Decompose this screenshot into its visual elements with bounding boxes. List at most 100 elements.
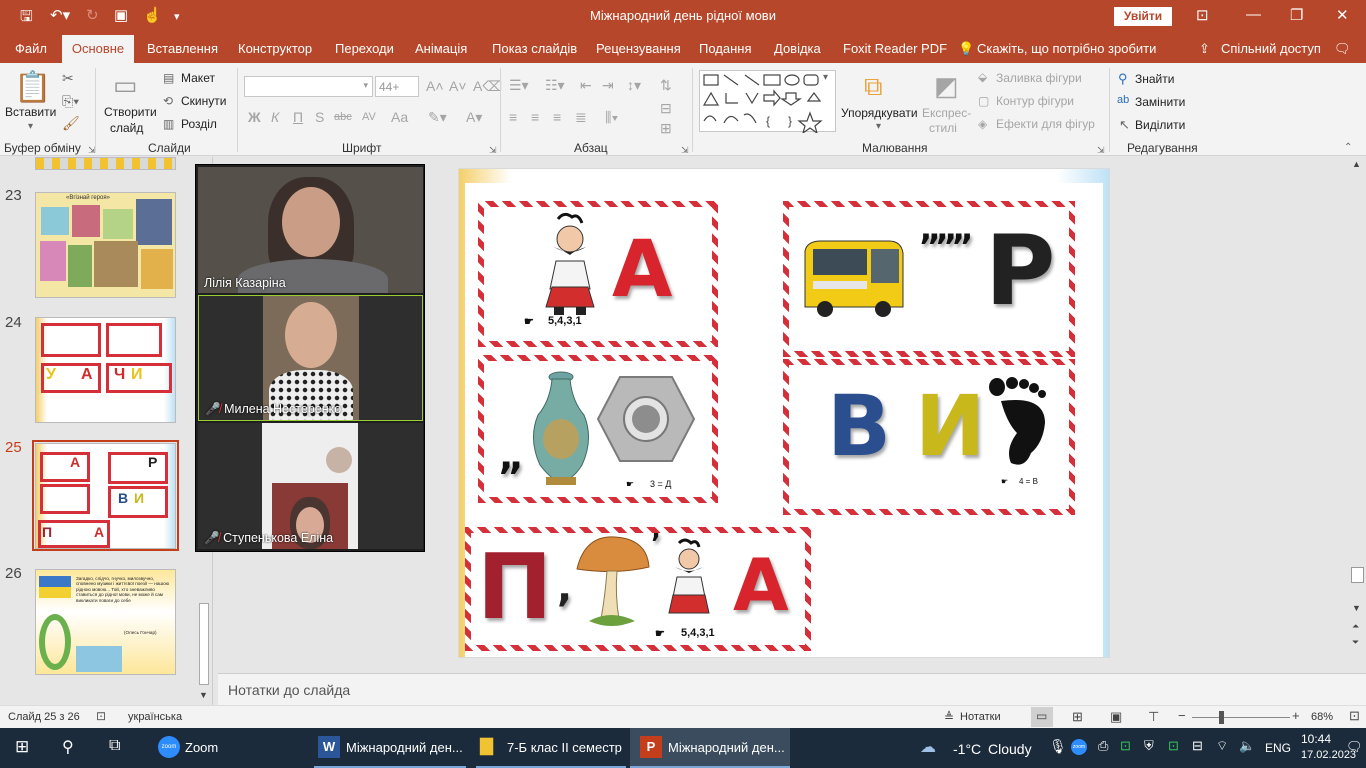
font-name-input[interactable]: ▾: [244, 76, 373, 97]
reset-button[interactable]: Скинути: [181, 94, 226, 108]
notes-toggle-button[interactable]: Нотатки: [960, 711, 1001, 723]
tab-design[interactable]: Конструктор: [238, 41, 312, 56]
share-button[interactable]: Спільний доступ: [1221, 41, 1321, 56]
slide-scrollbar[interactable]: ▲ ▼ ⏶ ⏷: [1349, 157, 1366, 673]
scroll-up-icon[interactable]: ▲: [1352, 159, 1361, 169]
slide-canvas[interactable]: А ☛ 5,4,3,1 „„„ Р „ ☛ 3 = Д В И ☛ 4 = В …: [458, 168, 1110, 658]
video-tile-3[interactable]: 🎤̸ Ступенькова Еліна: [198, 423, 423, 549]
proofing-icon[interactable]: ⊡: [96, 709, 106, 723]
zoom-in-icon[interactable]: +: [1292, 708, 1300, 723]
reading-view-icon[interactable]: ▣: [1110, 709, 1122, 725]
increase-indent-icon[interactable]: ⇥: [602, 77, 614, 94]
normal-view-button[interactable]: ▭: [1031, 707, 1053, 727]
redo-icon[interactable]: ↻: [86, 6, 99, 24]
tab-foxit[interactable]: Foxit Reader PDF: [843, 41, 947, 56]
section-button[interactable]: Розділ: [181, 117, 217, 131]
align-center-icon[interactable]: ≡: [531, 109, 539, 125]
zoom-tray-icon[interactable]: zoom: [1071, 739, 1087, 755]
language-status[interactable]: українська: [128, 711, 182, 723]
underline-button[interactable]: П: [293, 109, 303, 125]
tab-transitions[interactable]: Переходи: [335, 41, 394, 56]
shape-outline-button[interactable]: Контур фігури: [996, 94, 1074, 108]
undo-icon[interactable]: ↶▾: [50, 6, 70, 24]
search-icon[interactable]: ⚲: [62, 737, 74, 757]
line-spacing-icon[interactable]: ↕▾: [627, 77, 641, 94]
copy-icon[interactable]: ⎘▾: [62, 93, 79, 110]
slide-thumb-25[interactable]: А Р В И П А: [35, 443, 176, 549]
video-tile-1[interactable]: Лілія Казаріна: [198, 167, 423, 293]
italic-button[interactable]: К: [271, 109, 279, 125]
slide-thumb-24[interactable]: У А Ч И: [35, 317, 176, 423]
font-color-icon[interactable]: A▾: [466, 109, 482, 126]
printer-icon[interactable]: ⎙: [1098, 738, 1108, 754]
shrink-font-icon[interactable]: A˅: [449, 78, 467, 94]
decrease-indent-icon[interactable]: ⇤: [580, 77, 592, 94]
scroll-down-icon[interactable]: ▼: [1352, 603, 1361, 613]
font-launcher-icon[interactable]: ⇲: [489, 145, 497, 156]
previous-slide-icon[interactable]: ⏶: [1352, 621, 1359, 632]
tab-slideshow[interactable]: Показ слайдів: [492, 41, 577, 56]
select-button[interactable]: Виділити: [1135, 118, 1185, 132]
align-left-icon[interactable]: ≡: [509, 109, 517, 125]
smartart-icon[interactable]: ⊞: [660, 120, 672, 137]
change-case-button[interactable]: Aa: [391, 109, 408, 125]
wifi-icon[interactable]: ⌔: [1216, 738, 1228, 754]
new-slide-icon[interactable]: ▭: [113, 70, 138, 101]
minimize-icon[interactable]: —: [1246, 6, 1261, 23]
customize-qat-icon[interactable]: ▾: [174, 10, 180, 23]
taskbar-word[interactable]: Міжнародний ден...: [346, 740, 463, 755]
bullets-icon[interactable]: ☰▾: [509, 77, 529, 94]
notifications-icon[interactable]: 🗨: [1346, 739, 1363, 755]
video-tile-2[interactable]: 🎤̸ Милена Нестеренко: [198, 295, 423, 421]
thumb-scroll-down-icon[interactable]: ▼: [199, 690, 208, 700]
cut-icon[interactable]: ✂: [62, 70, 74, 87]
notes-placeholder[interactable]: Нотатки до слайда: [228, 682, 350, 698]
new-slide-label[interactable]: слайд: [110, 121, 143, 135]
arrange-dropdown-icon[interactable]: ▾: [876, 121, 881, 132]
arrange-icon[interactable]: ⧉: [864, 71, 883, 103]
shape-fill-button[interactable]: Заливка фігури: [996, 71, 1082, 85]
network-icon[interactable]: ⊟: [1192, 738, 1203, 754]
paste-button[interactable]: Вставити: [5, 105, 56, 119]
gallery-scroll-icon[interactable]: ▾: [823, 72, 828, 83]
start-icon[interactable]: ⊞: [15, 737, 29, 757]
slideshow-icon[interactable]: ⊤: [1148, 709, 1159, 725]
bold-button[interactable]: Ж: [248, 109, 261, 125]
green-tray-icon[interactable]: ⊡: [1120, 738, 1131, 754]
notes-pane[interactable]: Нотатки до слайда: [218, 673, 1366, 705]
char-spacing-button[interactable]: AV: [362, 111, 376, 123]
strikethrough-button[interactable]: abc: [334, 111, 352, 123]
slide-thumb-26[interactable]: Загадко, слідчо, гнучко, милозвучно, спо…: [35, 569, 176, 675]
tab-view[interactable]: Подання: [699, 41, 752, 56]
align-text-icon[interactable]: ⊟: [660, 100, 672, 117]
input-language[interactable]: ENG: [1265, 741, 1291, 755]
taskbar-ppt[interactable]: Міжнародний ден...: [668, 740, 785, 755]
save-icon[interactable]: 🖫: [20, 6, 33, 31]
shadow-button[interactable]: S: [315, 109, 324, 125]
maximize-icon[interactable]: ❐: [1290, 6, 1303, 24]
tab-home[interactable]: Основне: [62, 35, 134, 63]
numbering-icon[interactable]: ☷▾: [545, 77, 565, 94]
format-painter-icon[interactable]: 🖌: [62, 115, 80, 132]
quick-styles-icon[interactable]: ◩: [934, 71, 959, 102]
shape-effects-button[interactable]: Ефекти для фігур: [996, 117, 1095, 131]
find-button[interactable]: Знайти: [1135, 72, 1174, 86]
zoom-level[interactable]: 68%: [1311, 711, 1333, 723]
layout-button[interactable]: Макет: [181, 71, 215, 85]
clear-format-icon[interactable]: A⌫: [473, 78, 502, 95]
green-tray-icon-2[interactable]: ⊡: [1168, 738, 1179, 754]
tab-review[interactable]: Рецензування: [596, 41, 681, 56]
task-view-icon[interactable]: ⧉: [109, 737, 120, 755]
comments-icon[interactable]: 🗨: [1334, 41, 1351, 57]
slide-thumb-23[interactable]: «Вгізнай героя»: [35, 192, 176, 298]
grow-font-icon[interactable]: A˄: [426, 78, 444, 94]
next-slide-icon[interactable]: ⏷: [1352, 637, 1359, 648]
thumb-22-partial[interactable]: [35, 157, 176, 170]
present-from-start-icon[interactable]: ▣: [114, 6, 128, 24]
zoom-slider[interactable]: [1192, 717, 1290, 718]
quick-styles-label[interactable]: стилі: [929, 121, 957, 135]
new-slide-button[interactable]: Створити: [104, 105, 157, 119]
quick-styles-button[interactable]: Експрес-: [922, 106, 971, 120]
thumb-scroll-thumb[interactable]: [199, 603, 209, 685]
security-icon[interactable]: ⛨: [1144, 738, 1154, 754]
